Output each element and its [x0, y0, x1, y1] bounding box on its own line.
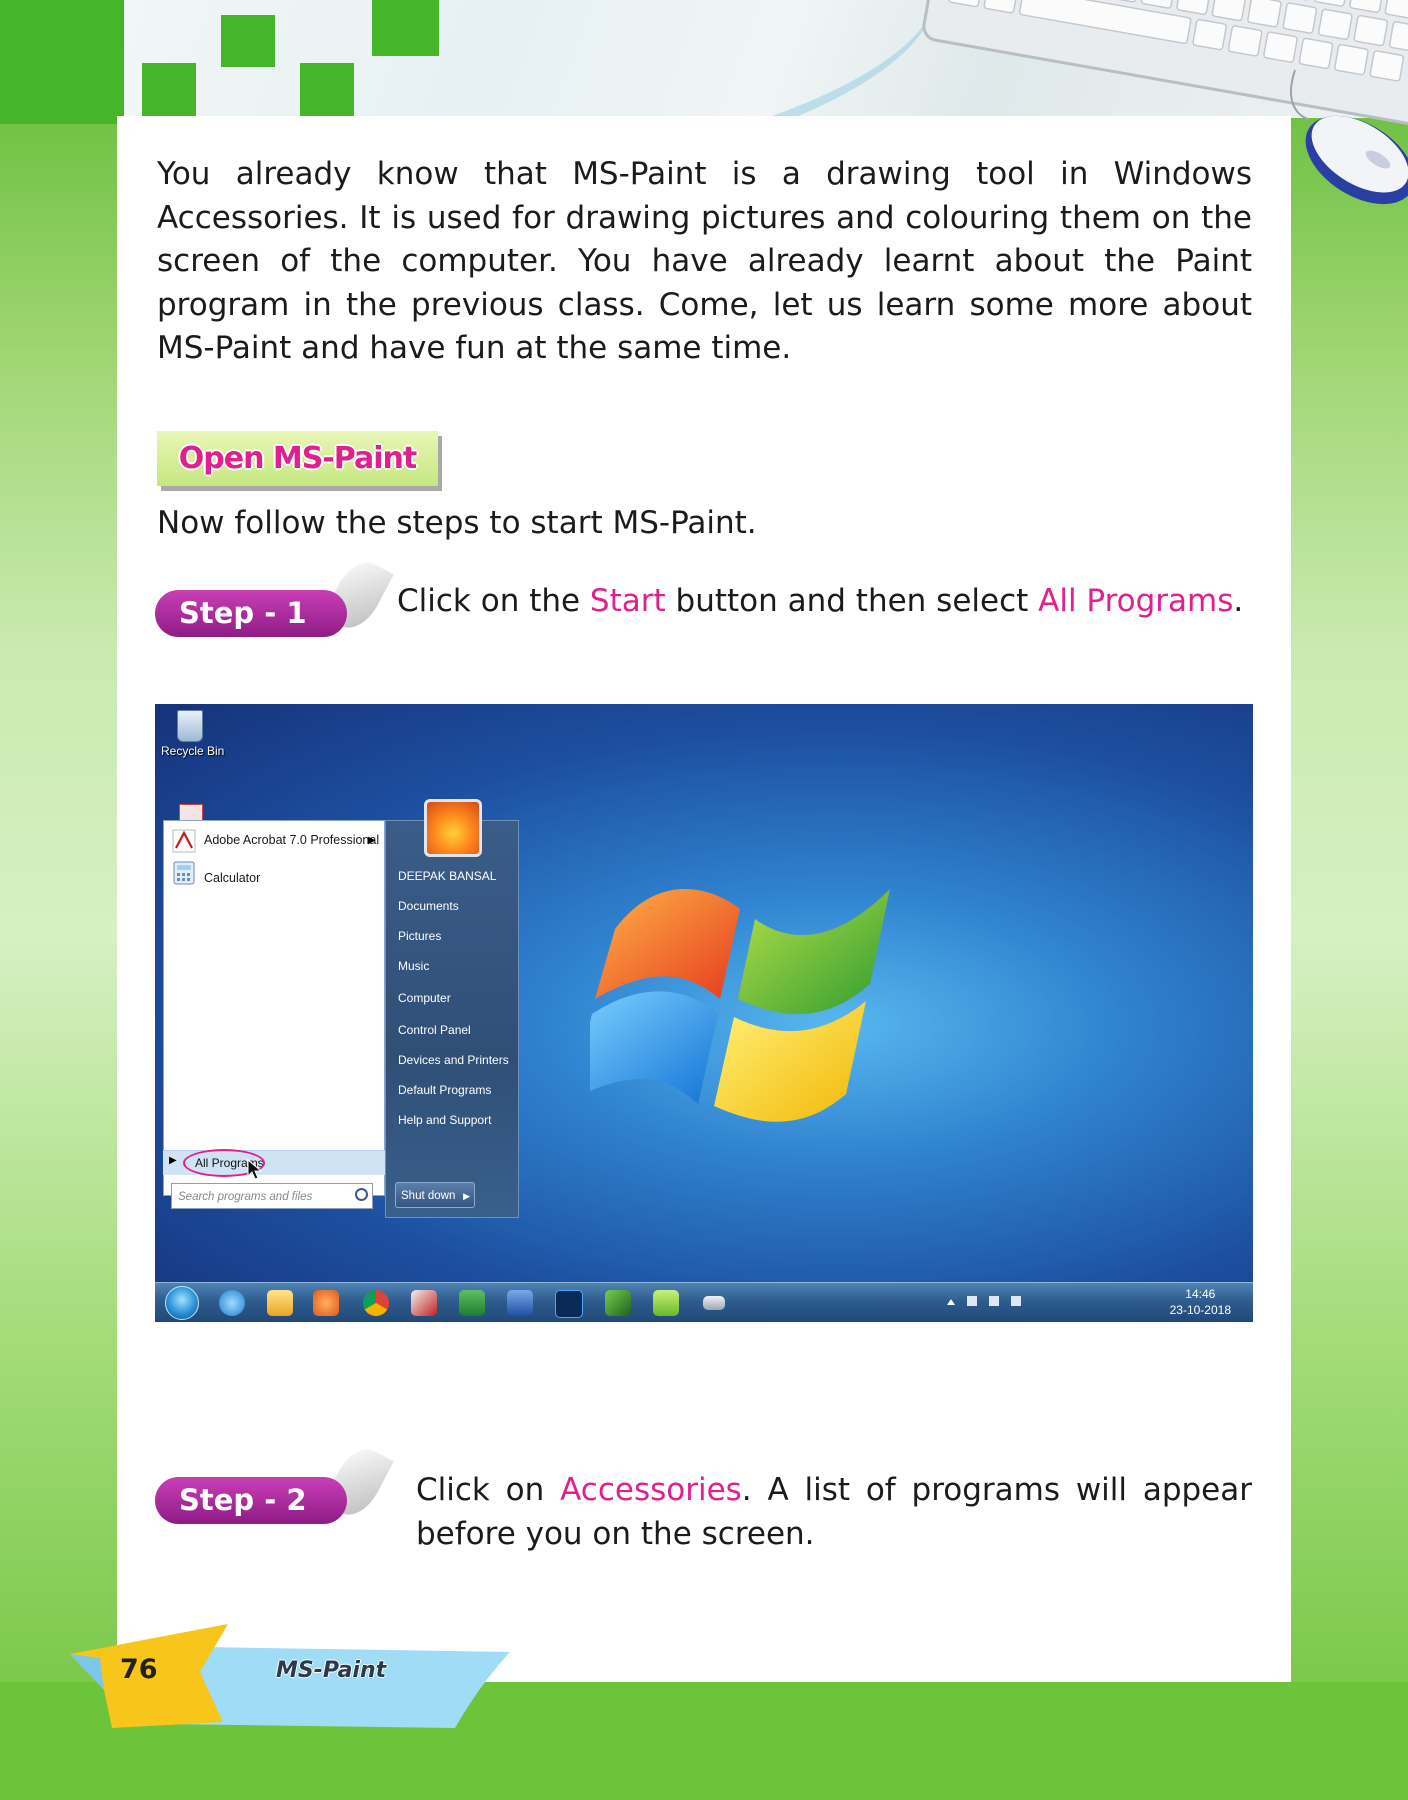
start-right-music[interactable]: Music — [398, 959, 429, 973]
step-1-post: . — [1233, 583, 1244, 619]
step-1-badge: Step - 1 — [155, 590, 347, 637]
acrobat-icon — [172, 829, 196, 853]
start-item-calculator[interactable]: Calculator — [204, 871, 260, 885]
search-icon — [355, 1188, 368, 1201]
chrome-icon[interactable] — [363, 1290, 389, 1316]
step-2-accessories-highlight: Accessories — [560, 1472, 742, 1508]
network-icon[interactable] — [989, 1296, 999, 1306]
page-number: 76 — [120, 1654, 158, 1685]
mouse-pointer-icon — [247, 1159, 263, 1180]
intro-paragraph: You already know that MS-Paint is a draw… — [157, 156, 1252, 366]
start-menu-left-pane: Adobe Acrobat 7.0 Professional ▶ Calcula… — [163, 820, 385, 1196]
step-1-mid: button and then select — [665, 583, 1039, 619]
start-orb-icon[interactable] — [165, 1286, 199, 1320]
windows-logo — [590, 889, 890, 1122]
step-2-pre: Click on — [416, 1472, 561, 1508]
start-right-computer[interactable]: Computer — [398, 991, 451, 1005]
header-green-square — [372, 0, 439, 56]
start-right-control-panel[interactable]: Control Panel — [398, 1023, 471, 1037]
step-1-all-programs-highlight: All Programs — [1038, 583, 1234, 619]
start-right-documents[interactable]: Documents — [398, 899, 459, 913]
file-explorer-icon[interactable] — [267, 1290, 293, 1316]
header-green-square — [300, 63, 354, 117]
section-heading: Open MS-Paint — [157, 431, 438, 486]
all-programs-item[interactable]: ▶ All Programs — [163, 1149, 385, 1180]
step-2-text: Click on Accessories. A list of programs… — [416, 1469, 1252, 1556]
step-1-pre: Click on the — [397, 583, 590, 619]
start-right-user[interactable]: DEEPAK BANSAL — [398, 869, 496, 883]
shutdown-label: Shut down — [401, 1190, 456, 1202]
shutdown-arrow-icon[interactable]: ▶ — [463, 1183, 470, 1209]
start-right-pictures[interactable]: Pictures — [398, 929, 441, 943]
submenu-arrow-icon: ▶ — [368, 835, 376, 846]
footer-yellow-fold — [70, 1654, 104, 1690]
flag-icon[interactable] — [967, 1296, 977, 1306]
shutdown-button[interactable]: Shut down ▶ — [395, 1182, 475, 1208]
calculator-icon — [173, 861, 195, 885]
search-programs-input[interactable]: Search programs and files — [171, 1183, 373, 1209]
header-green-strip — [0, 0, 124, 124]
word-icon[interactable] — [507, 1290, 533, 1316]
step-2-badge: Step - 2 — [155, 1477, 347, 1524]
recycle-bin-label: Recycle Bin — [161, 744, 225, 758]
notepad-icon[interactable] — [653, 1290, 679, 1316]
steps-intro: Now follow the steps to start MS-Paint. — [157, 505, 757, 541]
taskbar-clock[interactable]: 14:46 23-10-2018 — [1170, 1286, 1231, 1318]
start-item-acrobat[interactable]: Adobe Acrobat 7.0 Professional — [204, 833, 379, 847]
header-green-square — [142, 63, 196, 117]
tray-arrow-icon[interactable] — [947, 1299, 955, 1305]
excel-icon[interactable] — [459, 1290, 485, 1316]
step-1-text: Click on the Start button and then selec… — [397, 580, 1243, 624]
paint-brush-icon[interactable] — [605, 1290, 631, 1316]
start-menu-right-pane: DEEPAK BANSAL Documents Pictures Music C… — [385, 799, 519, 1218]
photoshop-icon[interactable] — [555, 1290, 583, 1318]
internet-explorer-icon[interactable] — [219, 1290, 245, 1316]
start-right-default-programs[interactable]: Default Programs — [398, 1083, 491, 1097]
header-green-square — [221, 15, 275, 67]
arrow-right-icon: ▶ — [169, 1155, 177, 1166]
start-right-devices-printers[interactable]: Devices and Printers — [398, 1053, 509, 1067]
recycle-bin-icon[interactable] — [177, 710, 203, 742]
app-icon[interactable] — [703, 1296, 725, 1310]
clock-time: 14:46 — [1185, 1287, 1216, 1301]
taskbar: 14:46 23-10-2018 — [155, 1282, 1253, 1322]
user-avatar[interactable] — [424, 799, 482, 857]
media-player-icon[interactable] — [313, 1290, 339, 1316]
volume-icon[interactable] — [1011, 1296, 1021, 1306]
windows-desktop-screenshot: Recycle Bin Adobe Acrobat 7.0 Profession… — [155, 704, 1253, 1322]
start-right-help-support[interactable]: Help and Support — [398, 1113, 491, 1127]
step-1-start-highlight: Start — [589, 583, 666, 619]
chapter-title: MS-Paint — [276, 1658, 387, 1683]
clock-date: 23-10-2018 — [1169, 1303, 1231, 1317]
paper-plane-icon[interactable] — [411, 1290, 437, 1316]
